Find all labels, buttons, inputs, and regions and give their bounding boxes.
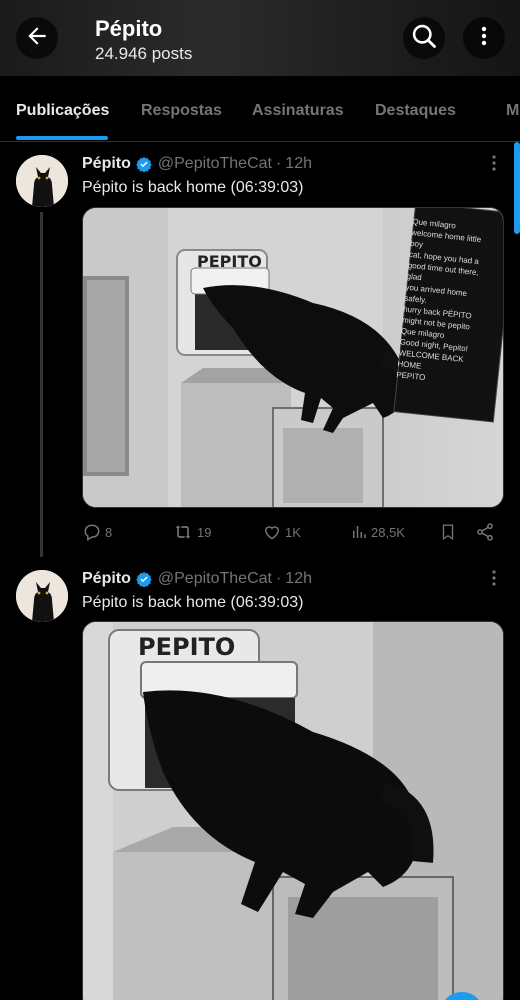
post[interactable]: Pépito @PepitoTheCat · 12h Pépito is bac… <box>0 142 520 557</box>
more-vertical-icon <box>492 569 496 591</box>
avatar[interactable] <box>16 155 68 207</box>
author-handle[interactable]: @PepitoTheCat <box>158 155 272 173</box>
reply-count: 8 <box>105 524 113 540</box>
search-button[interactable] <box>403 17 445 59</box>
tab-assinaturas[interactable]: Assinaturas <box>252 102 344 120</box>
author-name[interactable]: Pépito <box>82 570 131 588</box>
post-text: Pépito is back home (06:39:03) <box>82 594 304 611</box>
post-actions: 8 19 1K 28,5K <box>82 522 504 546</box>
bookmark-icon <box>439 522 457 542</box>
verified-badge-icon <box>136 571 152 587</box>
bookmark-button[interactable] <box>439 522 457 542</box>
author-handle[interactable]: @PepitoTheCat <box>158 570 272 588</box>
repost-icon <box>172 522 194 542</box>
tab-publicacoes[interactable]: Publicações <box>16 102 109 120</box>
profile-header: Pépito 24.946 posts <box>0 0 520 76</box>
post-time[interactable]: 12h <box>285 155 312 173</box>
thread-line <box>40 212 43 557</box>
post-header: Pépito @PepitoTheCat · 12h <box>82 155 312 173</box>
flap-label: PEPITO <box>138 633 235 661</box>
arrow-left-icon <box>24 23 50 54</box>
views-icon <box>350 522 368 542</box>
active-tab-indicator <box>16 136 108 140</box>
post[interactable]: Pépito @PepitoTheCat · 12h Pépito is bac… <box>0 557 520 1000</box>
more-vertical-icon <box>472 24 496 53</box>
repost-count: 19 <box>197 524 212 540</box>
more-options-button[interactable] <box>463 17 505 59</box>
reply-icon <box>82 522 102 542</box>
post-more-button[interactable] <box>484 569 504 591</box>
repost-button[interactable]: 19 <box>172 522 211 542</box>
tab-respostas[interactable]: Respostas <box>141 102 222 120</box>
views-button[interactable]: 28,5K <box>350 522 405 542</box>
post-image[interactable]: PEPITO <box>82 621 504 1000</box>
tab-destaques[interactable]: Destaques <box>375 102 456 120</box>
heart-icon <box>262 522 282 542</box>
separator: · <box>275 155 282 172</box>
profile-name: Pépito <box>95 16 163 41</box>
flap-label: PEPITO <box>197 252 262 271</box>
author-name[interactable]: Pépito <box>82 155 131 173</box>
profile-tabs: Publicações Respostas Assinaturas Destaq… <box>0 76 520 142</box>
separator: · <box>275 570 282 587</box>
share-icon <box>475 522 495 542</box>
post-count: 24.946 posts <box>95 44 193 63</box>
post-image[interactable]: PEPITO Que milagro welcome home little b… <box>82 207 504 508</box>
verified-badge-icon <box>136 156 152 172</box>
search-icon <box>410 22 438 55</box>
tab-media[interactable]: M <box>506 102 519 120</box>
views-count: 28,5K <box>371 524 405 540</box>
reply-button[interactable]: 8 <box>82 522 112 542</box>
like-count: 1K <box>285 524 301 540</box>
post-text: Pépito is back home (06:39:03) <box>82 179 304 196</box>
like-button[interactable]: 1K <box>262 522 301 542</box>
share-button[interactable] <box>475 522 495 542</box>
avatar[interactable] <box>16 570 68 622</box>
back-button[interactable] <box>16 17 58 59</box>
post-header: Pépito @PepitoTheCat · 12h <box>82 570 312 588</box>
more-vertical-icon <box>492 154 496 176</box>
post-more-button[interactable] <box>484 154 504 176</box>
post-time[interactable]: 12h <box>285 570 312 588</box>
